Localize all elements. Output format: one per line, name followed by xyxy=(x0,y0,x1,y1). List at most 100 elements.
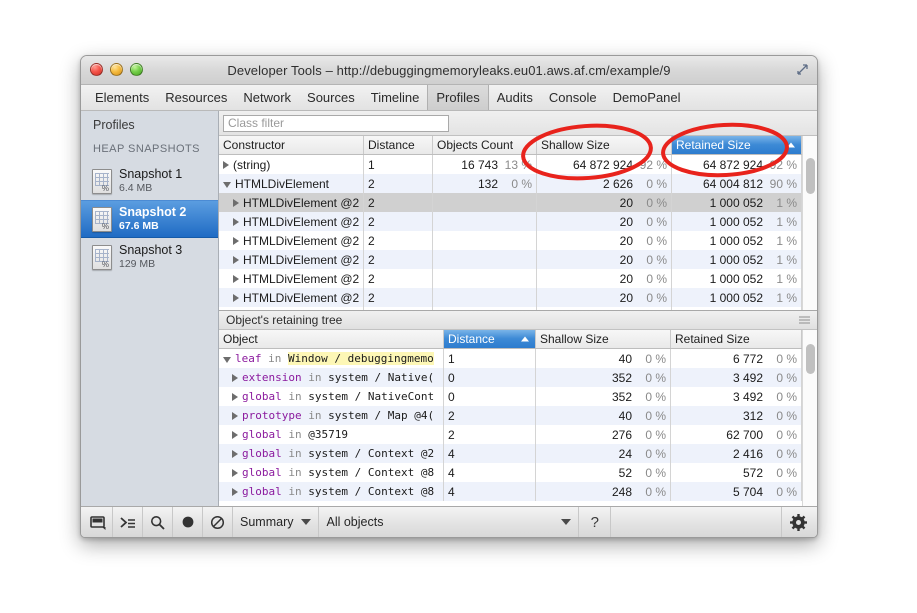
tab-sources[interactable]: Sources xyxy=(299,85,363,110)
clear-no-entry-icon[interactable] xyxy=(203,507,233,537)
cell-percent: 0 % xyxy=(633,291,667,305)
cell-number: 20 xyxy=(620,253,633,267)
column-header-shallow-size[interactable]: Shallow Size xyxy=(536,330,671,348)
chevron-right-icon[interactable] xyxy=(232,431,238,439)
table-row[interactable]: HTMLDivElement @22200 %1 000 0521 % xyxy=(219,250,802,269)
tab-network[interactable]: Network xyxy=(235,85,299,110)
distance-cell: 0 xyxy=(444,368,536,387)
cell-value: 3120 % xyxy=(671,406,802,425)
dock-panel-icon[interactable] xyxy=(83,507,113,537)
column-header-retained-size[interactable]: Retained Size xyxy=(672,136,802,154)
cell-number: 312 xyxy=(743,409,763,423)
snapshot-name: Snapshot 1 xyxy=(119,167,182,182)
object-filter-select[interactable]: All objects xyxy=(319,507,579,537)
table-row[interactable]: (string)116 74313 %64 872 92492 %64 872 … xyxy=(219,155,802,174)
table-row[interactable]: HTMLDivElement @22200 %1 000 0521 % xyxy=(219,212,802,231)
view-mode-select[interactable]: Summary xyxy=(233,507,319,537)
search-input[interactable] xyxy=(223,115,449,132)
chevron-right-icon[interactable] xyxy=(233,275,239,283)
object-in-keyword: in xyxy=(282,447,309,460)
table-row[interactable]: extension in system / Native(03520 %3 49… xyxy=(219,368,802,387)
table-row[interactable]: HTMLDivElement @22200 %1 000 0521 % xyxy=(219,193,802,212)
snapshot-item[interactable]: Snapshot 3129 MB xyxy=(81,238,218,276)
console-prompt-icon[interactable] xyxy=(113,507,143,537)
cell-percent: 0 % xyxy=(763,352,797,366)
column-header-object[interactable]: Object xyxy=(219,330,444,348)
cell-percent: 0 % xyxy=(763,371,797,385)
snapshot-item[interactable]: Snapshot 267.6 MB xyxy=(81,200,218,238)
tab-profiles[interactable]: Profiles xyxy=(427,85,488,110)
table-row[interactable]: global in @3571922760 %62 7000 % xyxy=(219,425,802,444)
cell-value: 64 004 81290 % xyxy=(672,174,802,193)
fullscreen-arrows-icon[interactable] xyxy=(795,63,809,77)
scrollbar-thumb[interactable] xyxy=(806,344,815,374)
table-row[interactable]: global in system / Context @24240 %2 416… xyxy=(219,444,802,463)
chevron-right-icon[interactable] xyxy=(232,374,238,382)
close-button[interactable] xyxy=(90,63,103,76)
table-row[interactable]: HTMLDivElement @22200 %1 000 0521 % xyxy=(219,288,802,307)
resize-grip-icon[interactable] xyxy=(799,317,810,324)
chevron-right-icon[interactable] xyxy=(232,393,238,401)
cell-value: 16 74313 % xyxy=(433,155,537,174)
search-icon[interactable] xyxy=(143,507,173,537)
tab-audits[interactable]: Audits xyxy=(489,85,541,110)
column-header-retained-size[interactable]: Retained Size xyxy=(671,330,802,348)
table-row[interactable]: HTMLDivElement @22200 %1 000 0521 % xyxy=(219,231,802,250)
tab-elements[interactable]: Elements xyxy=(87,85,157,110)
distance-cell: 2 xyxy=(364,174,433,193)
chevron-right-icon[interactable] xyxy=(233,256,239,264)
column-header-shallow-size[interactable]: Shallow Size xyxy=(537,136,672,154)
object-cell: global in system / Context @8 xyxy=(219,463,444,482)
caret-down-icon xyxy=(561,519,571,525)
snapshot-item[interactable]: Snapshot 16.4 MB xyxy=(81,162,218,200)
distance-cell: 4 xyxy=(444,463,536,482)
tab-demopanel[interactable]: DemoPanel xyxy=(605,85,689,110)
record-circle-icon[interactable] xyxy=(173,507,203,537)
table-row[interactable]: leaf in Window / debuggingmemo1400 %6 77… xyxy=(219,349,802,368)
table-row[interactable]: HTMLDivElement @22200 %1 000 0521 % xyxy=(219,269,802,288)
cell-value: 400 % xyxy=(536,406,671,425)
tab-console[interactable]: Console xyxy=(541,85,605,110)
cell-value xyxy=(433,288,537,307)
tab-label: Sources xyxy=(307,90,355,105)
table-row[interactable]: HTMLDivElement21320 %2 6260 %64 004 8129… xyxy=(219,174,802,193)
zoom-button[interactable] xyxy=(130,63,143,76)
constructor-cell: HTMLDivElement @2 xyxy=(219,269,364,288)
table-row[interactable]: prototype in system / Map @4(2400 %3120 … xyxy=(219,406,802,425)
scrollbar-thumb[interactable] xyxy=(806,158,815,194)
retaining-grid-scrollbar[interactable] xyxy=(802,330,817,506)
chevron-right-icon[interactable] xyxy=(233,294,239,302)
chevron-down-icon[interactable] xyxy=(223,357,231,363)
object-context: system / Map @4( xyxy=(328,409,434,422)
gear-icon[interactable] xyxy=(781,507,815,537)
column-header-distance[interactable]: Distance xyxy=(444,330,536,348)
cell-value: 3 4920 % xyxy=(671,387,802,406)
retaining-tree-title: Object's retaining tree xyxy=(226,313,342,327)
chevron-right-icon[interactable] xyxy=(233,218,239,226)
chevron-right-icon[interactable] xyxy=(233,237,239,245)
column-header-distance[interactable]: Distance xyxy=(364,136,433,154)
minimize-button[interactable] xyxy=(110,63,123,76)
chevron-right-icon[interactable] xyxy=(232,488,238,496)
chevron-down-icon[interactable] xyxy=(223,182,231,188)
chevron-right-icon[interactable] xyxy=(223,161,229,169)
cell-value: 3 4920 % xyxy=(671,368,802,387)
chevron-right-icon[interactable] xyxy=(232,469,238,477)
chevron-right-icon[interactable] xyxy=(232,412,238,420)
tab-resources[interactable]: Resources xyxy=(157,85,235,110)
table-row[interactable]: global in system / Context @842480 %5 70… xyxy=(219,482,802,501)
table-row[interactable]: global in system / Context @84520 %5720 … xyxy=(219,463,802,482)
column-header-constructor[interactable]: Constructor xyxy=(219,136,364,154)
chevron-right-icon[interactable] xyxy=(233,199,239,207)
cell-value: 1 000 0521 % xyxy=(672,288,802,307)
cell-number: 40 xyxy=(619,352,632,366)
help-button[interactable]: ? xyxy=(579,507,611,537)
cell-percent: 0 % xyxy=(633,253,667,267)
tab-timeline[interactable]: Timeline xyxy=(363,85,428,110)
cell-percent: 1 % xyxy=(763,196,797,210)
chevron-right-icon[interactable] xyxy=(232,450,238,458)
table-row[interactable]: global in system / NativeCont03520 %3 49… xyxy=(219,387,802,406)
constructor-grid-scrollbar[interactable] xyxy=(802,136,817,310)
class-filter-bar xyxy=(219,111,817,136)
column-header-objects-count[interactable]: Objects Count xyxy=(433,136,537,154)
